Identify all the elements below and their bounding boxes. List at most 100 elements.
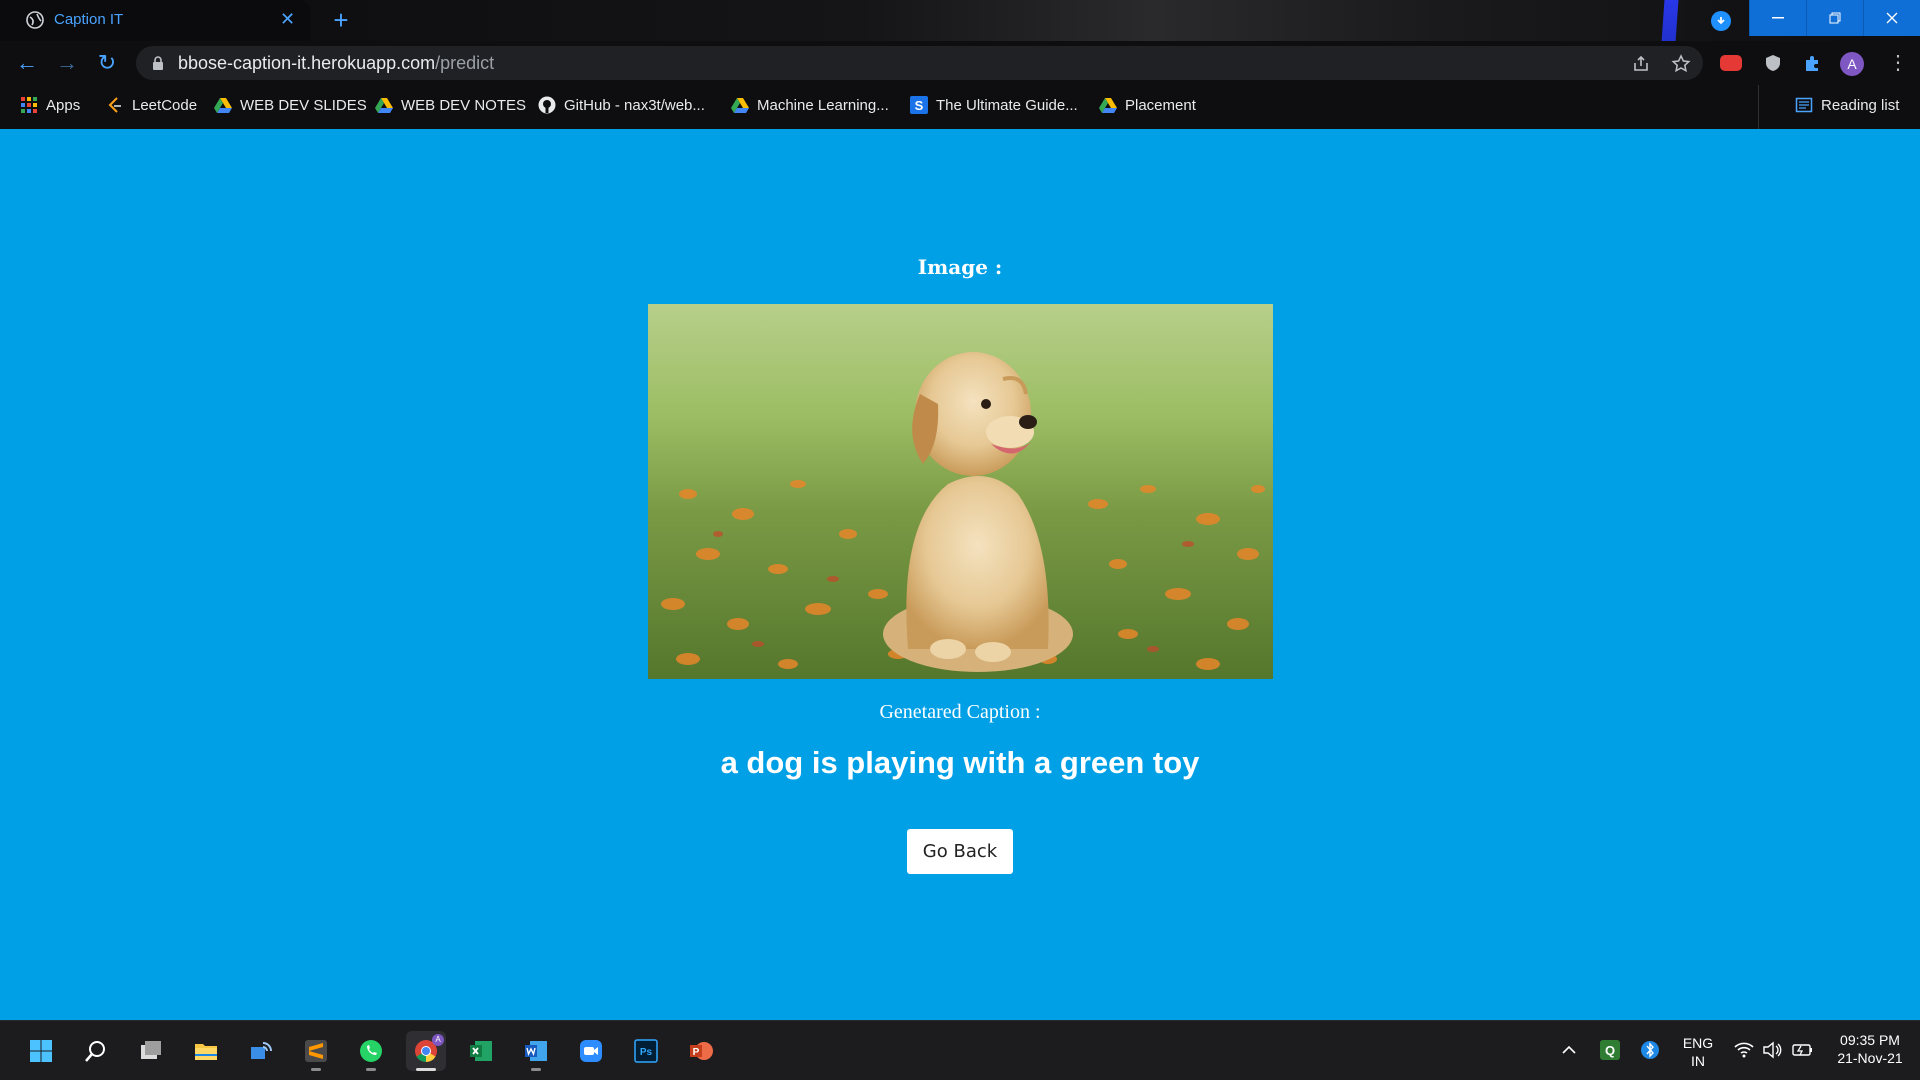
running-indicator: [311, 1068, 321, 1071]
youtube-extension-icon[interactable]: [1720, 55, 1742, 71]
file-explorer-button[interactable]: [186, 1031, 226, 1071]
uploaded-puppy-image: [648, 304, 1273, 679]
forward-arrow-icon[interactable]: →: [54, 50, 80, 76]
bookmark-label: WEB DEV SLIDES: [240, 96, 367, 114]
lock-icon: [153, 56, 163, 70]
connect-app-button[interactable]: [241, 1031, 281, 1071]
close-icon[interactable]: [1863, 0, 1920, 36]
reload-icon[interactable]: ↻: [94, 50, 120, 76]
google-drive-icon: [731, 98, 749, 113]
chevron-up-icon[interactable]: [1561, 1043, 1577, 1055]
generated-caption: a dog is playing with a green toy: [720, 745, 1200, 780]
running-indicator: [531, 1068, 541, 1071]
address-bar[interactable]: bbose-caption-it.herokuapp.com/predict: [136, 46, 1703, 80]
search-icon: [85, 1041, 105, 1062]
task-view-button[interactable]: [131, 1031, 171, 1071]
svg-text:S: S: [915, 98, 924, 113]
reading-list-label: Reading list: [1821, 96, 1900, 114]
share-icon[interactable]: [1631, 54, 1651, 74]
input-language[interactable]: ENG IN: [1676, 1034, 1720, 1070]
sublime-text-button[interactable]: [296, 1031, 336, 1071]
bookmark-ultimate-guide[interactable]: S The Ultimate Guide...: [910, 96, 1078, 114]
github-icon: [538, 96, 556, 114]
file-explorer-icon: [195, 1044, 217, 1060]
bookmark-github[interactable]: GitHub - nax3t/web...: [538, 96, 705, 114]
powerpoint-button[interactable]: P: [681, 1031, 721, 1071]
clock-time: 09:35 PM: [1840, 1032, 1900, 1048]
clock[interactable]: 09:35 PM 21-Nov-21: [1828, 1031, 1912, 1067]
excel-icon: [470, 1041, 492, 1061]
region-code: IN: [1691, 1053, 1705, 1069]
windows-taskbar: A Ps P Q ENG IN 09:35 PM 21-Nov-21: [0, 1020, 1920, 1080]
bookmark-label: Apps: [46, 96, 81, 114]
running-indicator: [366, 1068, 376, 1071]
reading-list-button[interactable]: Reading list: [1795, 96, 1899, 114]
word-icon: [525, 1041, 547, 1061]
clock-date: 21-Nov-21: [1837, 1050, 1903, 1066]
photoshop-icon: Ps: [634, 1039, 658, 1063]
download-indicator-icon[interactable]: [1711, 11, 1731, 31]
bookmarks-divider: [1758, 85, 1759, 129]
go-back-button[interactable]: Go Back: [907, 829, 1013, 874]
tab-title: Caption IT: [54, 11, 124, 28]
taskbar-search-button[interactable]: [76, 1031, 116, 1071]
volume-icon[interactable]: [1762, 1041, 1782, 1059]
browser-toolbar: ← → ↻ bbose-caption-it.herokuapp.com/pre…: [0, 41, 1920, 85]
reading-list-icon: [1795, 97, 1813, 113]
photoshop-button[interactable]: Ps: [626, 1031, 666, 1071]
bookmark-apps[interactable]: Apps: [20, 96, 80, 114]
whatsapp-button[interactable]: [351, 1031, 391, 1071]
svg-text:Q: Q: [1605, 1043, 1615, 1058]
running-indicator: [416, 1068, 436, 1071]
bookmark-label: The Ultimate Guide...: [936, 96, 1078, 114]
bookmark-label: WEB DEV NOTES: [401, 96, 527, 114]
bookmark-label: GitHub - nax3t/web...: [564, 96, 705, 114]
bookmark-placement[interactable]: Placement: [1099, 96, 1196, 114]
s-logo-icon: S: [910, 96, 928, 114]
new-tab-button[interactable]: +: [326, 5, 356, 35]
bookmark-label: Machine Learning...: [757, 96, 889, 114]
apps-grid-icon: [21, 97, 37, 113]
google-drive-icon: [375, 98, 393, 113]
globe-icon: [26, 11, 44, 29]
bookmark-label: Placement: [1125, 96, 1196, 114]
profile-avatar[interactable]: A: [1840, 52, 1864, 76]
bookmark-machine-learning[interactable]: Machine Learning...: [731, 96, 889, 114]
battery-icon[interactable]: [1792, 1041, 1814, 1059]
excel-button[interactable]: [461, 1031, 501, 1071]
tab-close-icon[interactable]: ✕: [280, 9, 295, 30]
chrome-profile-badge: A: [432, 1034, 444, 1046]
image-heading: Image :: [917, 255, 1003, 279]
url-text[interactable]: bbose-caption-it.herokuapp.com/predict: [178, 53, 494, 74]
caption-heading: Genetared Caption :: [879, 701, 1041, 723]
powerpoint-icon: P: [690, 1042, 713, 1060]
whatsapp-icon: [360, 1040, 382, 1062]
svg-text:P: P: [693, 1047, 700, 1058]
word-button[interactable]: [516, 1031, 556, 1071]
wifi-icon[interactable]: [1734, 1041, 1754, 1059]
restore-icon[interactable]: [1806, 0, 1863, 36]
bookmark-leetcode[interactable]: LeetCode: [106, 96, 197, 114]
minimize-icon[interactable]: [1749, 0, 1806, 36]
shield-extension-icon[interactable]: [1762, 53, 1784, 73]
zoom-icon: [580, 1040, 602, 1062]
zoom-button[interactable]: [571, 1031, 611, 1071]
bookmarks-bar: Apps LeetCode WEB DEV SLIDES WEB DEV NOT…: [0, 85, 1920, 130]
start-button[interactable]: [21, 1031, 61, 1071]
bookmark-web-dev-slides[interactable]: WEB DEV SLIDES: [214, 96, 367, 114]
bluetooth-icon[interactable]: [1640, 1040, 1660, 1060]
language-code: ENG: [1682, 1035, 1714, 1051]
bookmark-label: LeetCode: [132, 96, 198, 114]
bookmark-star-icon[interactable]: [1671, 54, 1691, 74]
chrome-button[interactable]: A: [406, 1031, 446, 1071]
tab-caption-it[interactable]: Caption IT ✕: [8, 0, 310, 41]
back-arrow-icon[interactable]: ←: [14, 50, 40, 76]
google-drive-icon: [1099, 98, 1117, 113]
qbittorrent-tray-icon[interactable]: Q: [1600, 1040, 1620, 1060]
google-drive-icon: [214, 98, 232, 113]
web-page: Image : Genetared Caption: a dog is pla…: [0, 129, 1920, 1020]
window-controls: [1749, 0, 1920, 36]
kebab-menu-icon[interactable]: ⋮: [1888, 53, 1908, 73]
bookmark-web-dev-notes[interactable]: WEB DEV NOTES: [375, 96, 526, 114]
extensions-puzzle-icon[interactable]: [1802, 53, 1824, 73]
